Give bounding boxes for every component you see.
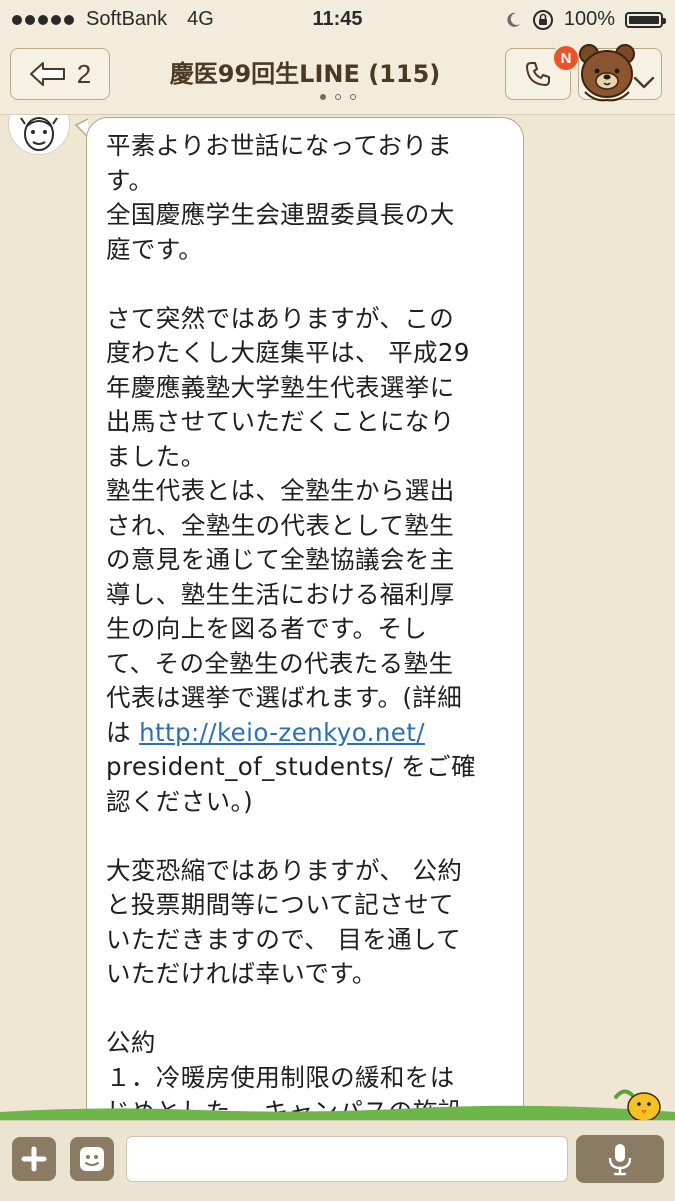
message-line: 認ください。) [106, 786, 254, 816]
brown-bear-icon [579, 44, 635, 102]
message-line: ました。 [106, 441, 206, 471]
ground-decoration [0, 1105, 675, 1120]
avatar[interactable] [8, 115, 70, 155]
plus-icon [21, 1146, 47, 1172]
chevron-down-icon [633, 76, 655, 89]
moon-icon [507, 12, 520, 27]
voice-button[interactable] [576, 1135, 664, 1183]
mask-avatar-icon [20, 117, 58, 151]
phone-icon [526, 62, 550, 86]
link-prefix: は [106, 717, 140, 747]
orientation-lock-icon [532, 9, 553, 30]
message-line: 全国慶應学生会連盟委員長の大 [106, 200, 455, 229]
message-line: の意見を通じて全塾協議会を主 [106, 545, 455, 574]
input-bar [0, 1120, 675, 1201]
back-button[interactable]: 2 [10, 48, 110, 100]
message-line: 導し、塾生生活における福利厚 [106, 579, 455, 609]
zenkyo-link[interactable]: http://keio-zenkyo.net/ [139, 718, 425, 747]
message-line: いただければ幸いです。 [106, 959, 377, 988]
message-line: president_of_students/ をご確 [106, 752, 476, 781]
status-bar: SoftBank 4G 11:45 100% [0, 0, 675, 38]
message-line: 生の向上を図る者です。そし [106, 614, 428, 643]
message-line: 大変恐縮ではありますが、 公約 [106, 855, 463, 885]
message-line: 平素よりお世話になっておりま [106, 131, 453, 160]
message-line: 公約 [106, 1028, 156, 1057]
plus-button[interactable] [12, 1137, 56, 1181]
message-line: す。 [106, 165, 154, 195]
page-indicator [0, 94, 675, 100]
message-line: いただきますので、 目を通して [106, 924, 462, 954]
battery-percent: 100% [563, 8, 615, 30]
chat-header: 2 慶医99回生LINE (115) N [0, 38, 675, 115]
message-line: 代表は選挙で選ばれます。(詳細 [106, 683, 463, 712]
message-line-with-link: は http://keio-zenkyo.net/ [106, 716, 506, 751]
message-line: 塾生代表とは、全塾生から選出 [106, 476, 455, 505]
sticker-button[interactable] [70, 1137, 114, 1181]
unread-count: 2 [76, 58, 92, 89]
chick-sticker-icon [614, 1089, 661, 1120]
message-line: され、全塾生の代表として塾生 [106, 510, 455, 540]
message-line: 出馬させていただくことになり [106, 407, 455, 436]
message-line: 度わたくし大庭集平は、 平成29 [106, 338, 470, 367]
message-line: と投票期間等について記させて [106, 890, 454, 919]
message-line: 年慶應義塾大学塾生代表選挙に [106, 372, 455, 402]
chat-area[interactable]: 平素よりお世話になっておりま す。 全国慶應学生会連盟委員長の大 庭です。 さて… [0, 115, 675, 1120]
microphone-icon [608, 1144, 632, 1176]
status-right: 100% [504, 8, 666, 31]
message-line: て、その全塾生の代表たる塾生 [106, 648, 454, 678]
chat-title: 慶医99回生LINE (115) [169, 60, 441, 88]
back-arrow-icon [29, 62, 65, 86]
message-text: 平素よりお世話になっておりま す。 全国慶應学生会連盟委員長の大 庭です。 さて… [106, 129, 506, 1120]
sticker-icon [80, 1147, 104, 1171]
message-line: 庭です。 [106, 234, 204, 264]
message-line: １．冷暖房使用制限の緩和をは [106, 1062, 455, 1092]
message-line: さて突然ではありますが、この [106, 303, 455, 333]
battery-icon [625, 11, 666, 28]
message-input[interactable] [126, 1136, 568, 1182]
